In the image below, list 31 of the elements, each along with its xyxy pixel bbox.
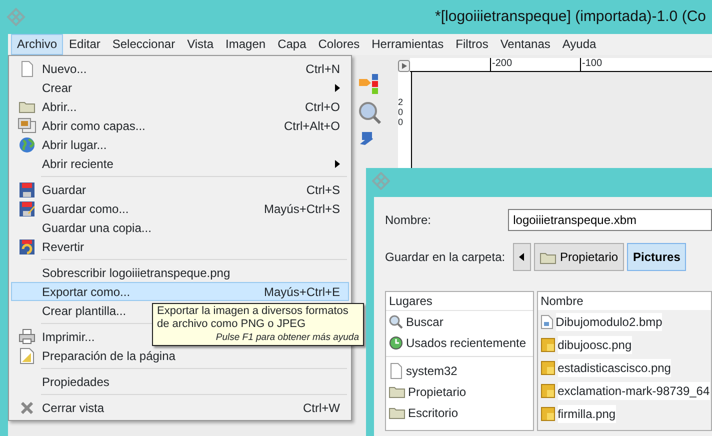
menu-item-label: Propiedades (42, 374, 110, 390)
menu-item-label: Sobrescribir logoiiietranspeque.png (42, 264, 230, 282)
shortcut-text: Ctrl+N (306, 60, 340, 78)
shortcut-text: Ctrl+W (303, 400, 340, 416)
menu-item-label: Abrir lugar... (42, 136, 107, 154)
menu-item-label: Guardar una copia... (42, 220, 152, 236)
menu-item-label: Crear (42, 80, 72, 96)
ruler-label: -200 (490, 58, 512, 71)
menu-item-label: Abrir reciente (42, 156, 114, 172)
shortcut-text: Mayús+Ctrl+E (264, 284, 340, 300)
ruler-label: 200 (398, 98, 404, 128)
field-label: Guardar en la carpeta: (385, 249, 506, 266)
shortcut-text: Ctrl+S (306, 182, 340, 198)
menu-item-label: Imprimir... (42, 328, 95, 346)
menu-item-label: Revertir (42, 238, 84, 256)
shortcut-text: Mayús+Ctrl+S (264, 200, 340, 218)
menu-item-label: Abrir como capas... (42, 118, 146, 134)
menu-item-label: Preparación de la página (42, 348, 176, 364)
menu-item-label: Guardar como... (42, 200, 129, 218)
shortcut-text: Ctrl+Alt+O (284, 118, 340, 134)
tooltip-text: Exportar la imagen a diversos formatos de archivo como PNG o JPEG (157, 305, 350, 332)
field-label: Nombre: (385, 212, 432, 229)
tooltip-hint: Pulse F1 para obtener más ayuda (214, 332, 359, 344)
shortcut-text: Ctrl+O (304, 98, 340, 116)
menu-item-label: Cerrar vista (42, 400, 104, 416)
ruler-label: -100 (580, 58, 602, 71)
menu-item-label: Abrir... (42, 98, 77, 116)
menu-item-label: Nuevo... (42, 60, 87, 78)
menu-item-label: Guardar (42, 182, 86, 198)
menu-item-label: Exportar como... (42, 284, 130, 300)
window-title: *[logoiiietranspeque] (importada)-1.0 (Co (435, 6, 706, 27)
